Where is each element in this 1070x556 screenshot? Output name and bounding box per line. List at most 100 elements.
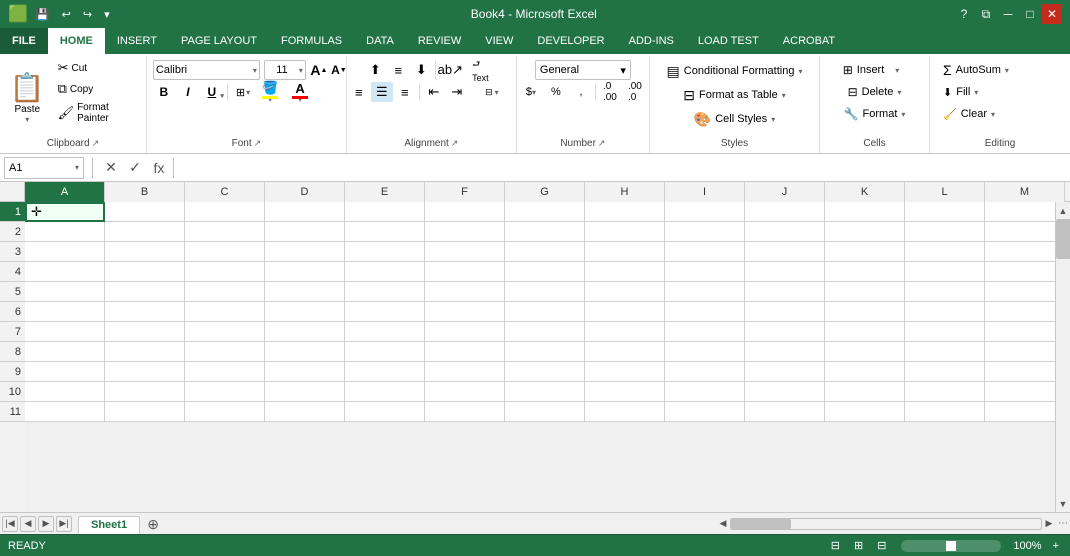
- cell-I9[interactable]: [665, 362, 745, 382]
- autosum-button[interactable]: Σ AutoSum ▾: [936, 60, 1016, 80]
- cell-C4[interactable]: [185, 262, 265, 282]
- cell-I2[interactable]: [665, 222, 745, 242]
- hscroll-thumb[interactable]: [731, 519, 791, 529]
- vscroll-down-btn[interactable]: ▼: [1056, 495, 1070, 512]
- cell-J4[interactable]: [745, 262, 825, 282]
- col-header-M[interactable]: M: [985, 182, 1065, 202]
- cell-D6[interactable]: [265, 302, 345, 322]
- cell-A3[interactable]: [25, 242, 105, 262]
- copy-button[interactable]: ⧉ Copy: [53, 79, 142, 99]
- cell-M1[interactable]: [985, 202, 1055, 222]
- row-header-2[interactable]: 2: [0, 222, 25, 242]
- middle-align-btn[interactable]: ≡: [387, 60, 409, 80]
- cell-M4[interactable]: [985, 262, 1055, 282]
- cell-L3[interactable]: [905, 242, 985, 262]
- borders-button[interactable]: ⊞ ▾: [232, 82, 254, 102]
- cell-G9[interactable]: [505, 362, 585, 382]
- font-expand-icon[interactable]: ↗: [254, 138, 262, 149]
- tab-add-ins[interactable]: ADD-INS: [617, 28, 686, 54]
- tab-formulas[interactable]: FORMULAS: [269, 28, 354, 54]
- tab-review[interactable]: REVIEW: [406, 28, 473, 54]
- increase-decimal-btn[interactable]: .0.00: [598, 82, 622, 102]
- cell-J10[interactable]: [745, 382, 825, 402]
- accounting-format-btn[interactable]: $ ▾: [519, 82, 543, 102]
- cell-E2[interactable]: [345, 222, 425, 242]
- cell-F3[interactable]: [425, 242, 505, 262]
- cell-F9[interactable]: [425, 362, 505, 382]
- cell-styles-button[interactable]: 🎨 Cell Styles ▾: [687, 108, 782, 130]
- cell-F6[interactable]: [425, 302, 505, 322]
- cell-C11[interactable]: [185, 402, 265, 422]
- tab-page-layout[interactable]: PAGE LAYOUT: [169, 28, 269, 54]
- cell-name-box[interactable]: A1 ▾: [4, 157, 84, 179]
- cell-B5[interactable]: [105, 282, 185, 302]
- sheet-nav-first-btn[interactable]: |◀: [2, 516, 18, 532]
- number-format-combo[interactable]: General ▾: [535, 60, 631, 80]
- col-header-D[interactable]: D: [265, 182, 345, 202]
- cell-F11[interactable]: [425, 402, 505, 422]
- cell-B1[interactable]: [105, 202, 185, 222]
- wrap-text-btn[interactable]: ⮐Text: [462, 60, 498, 80]
- cell-D4[interactable]: [265, 262, 345, 282]
- cell-L1[interactable]: [905, 202, 985, 222]
- cell-G5[interactable]: [505, 282, 585, 302]
- page-break-view-btn[interactable]: ⊟: [874, 538, 889, 553]
- row-header-4[interactable]: 4: [0, 262, 25, 282]
- decrease-indent-btn[interactable]: ⇤: [423, 82, 445, 102]
- cell-A7[interactable]: [25, 322, 105, 342]
- cell-H11[interactable]: [585, 402, 665, 422]
- cell-A1[interactable]: ✛: [25, 202, 105, 222]
- scroll-dots-btn[interactable]: ⋯: [1056, 518, 1070, 529]
- clipboard-expand-icon[interactable]: ↗: [92, 138, 100, 149]
- cell-A8[interactable]: [25, 342, 105, 362]
- cell-I6[interactable]: [665, 302, 745, 322]
- right-align-btn[interactable]: ≡: [394, 82, 416, 102]
- zoom-slider[interactable]: [901, 540, 1001, 552]
- row-header-10[interactable]: 10: [0, 382, 25, 402]
- cell-K2[interactable]: [825, 222, 905, 242]
- cell-F10[interactable]: [425, 382, 505, 402]
- cell-A5[interactable]: [25, 282, 105, 302]
- format-painter-button[interactable]: 🖌 Format Painter: [53, 100, 142, 126]
- comma-style-btn[interactable]: ,: [569, 82, 593, 102]
- cell-C1[interactable]: [185, 202, 265, 222]
- tab-developer[interactable]: DEVELOPER: [525, 28, 616, 54]
- bottom-align-btn[interactable]: ⬇: [410, 60, 432, 80]
- cell-L9[interactable]: [905, 362, 985, 382]
- tab-load-test[interactable]: LOAD TEST: [686, 28, 771, 54]
- cell-A9[interactable]: [25, 362, 105, 382]
- sheet-tab-sheet1[interactable]: Sheet1: [78, 516, 140, 535]
- orientation-btn[interactable]: ab↗: [439, 60, 461, 80]
- decrease-decimal-btn[interactable]: .00.0: [623, 82, 647, 102]
- cell-J5[interactable]: [745, 282, 825, 302]
- cell-H1[interactable]: [585, 202, 665, 222]
- row-header-1[interactable]: 1: [0, 202, 25, 222]
- col-header-L[interactable]: L: [905, 182, 985, 202]
- page-layout-view-btn[interactable]: ⊞: [851, 538, 866, 553]
- cell-L4[interactable]: [905, 262, 985, 282]
- cell-H3[interactable]: [585, 242, 665, 262]
- cell-L6[interactable]: [905, 302, 985, 322]
- cell-D9[interactable]: [265, 362, 345, 382]
- cell-B7[interactable]: [105, 322, 185, 342]
- cell-D8[interactable]: [265, 342, 345, 362]
- font-size-combo[interactable]: 11 ▾: [264, 60, 306, 80]
- vscroll-track[interactable]: [1056, 219, 1070, 495]
- cell-J9[interactable]: [745, 362, 825, 382]
- insert-cells-button[interactable]: ⊞ Insert ▾: [836, 60, 914, 80]
- cell-C7[interactable]: [185, 322, 265, 342]
- cell-G1[interactable]: [505, 202, 585, 222]
- cell-J6[interactable]: [745, 302, 825, 322]
- tab-insert[interactable]: INSERT: [105, 28, 169, 54]
- underline-button[interactable]: U ▾: [201, 82, 223, 102]
- cell-G8[interactable]: [505, 342, 585, 362]
- sheet-nav-next-btn[interactable]: ▶: [38, 516, 54, 532]
- cell-E10[interactable]: [345, 382, 425, 402]
- col-header-A[interactable]: A: [25, 182, 105, 202]
- cell-E1[interactable]: [345, 202, 425, 222]
- cell-H8[interactable]: [585, 342, 665, 362]
- cell-F7[interactable]: [425, 322, 505, 342]
- cell-K3[interactable]: [825, 242, 905, 262]
- increase-font-btn[interactable]: A▲: [310, 61, 328, 79]
- hscroll-track[interactable]: [730, 518, 1042, 530]
